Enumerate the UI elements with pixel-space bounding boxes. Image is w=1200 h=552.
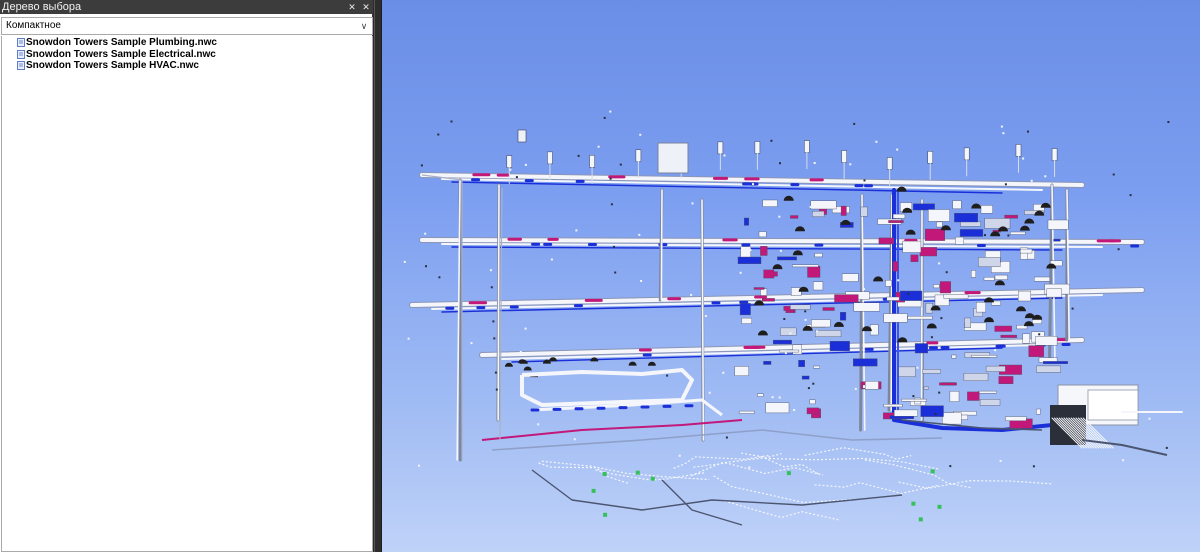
selection-tree[interactable]: Snowdon Towers Sample Plumbing.nwc Snowd… — [1, 36, 373, 552]
panel-splitter[interactable] — [374, 0, 382, 552]
close-icon[interactable]: ✕ — [361, 0, 371, 14]
chevron-down-icon[interactable]: ∨ — [359, 18, 369, 34]
file-icon — [17, 61, 25, 71]
panel-title: Дерево выбора — [2, 1, 82, 13]
pin-icon[interactable]: ✕ — [347, 0, 357, 14]
tree-item-label: Snowdon Towers Sample Electrical.nwc — [26, 48, 216, 60]
tree-item-hvac[interactable]: Snowdon Towers Sample HVAC.nwc — [2, 60, 372, 72]
tree-item-plumbing[interactable]: Snowdon Towers Sample Plumbing.nwc — [2, 37, 372, 49]
selection-tree-panel: Дерево выбора ✕ ✕ Компактное ∨ Snowdon T… — [0, 0, 373, 552]
title-buttons: ✕ ✕ — [347, 0, 371, 14]
view-mode-dropdown[interactable]: Компактное ∨ — [1, 17, 373, 35]
file-icon — [17, 49, 25, 59]
app-root: Дерево выбора ✕ ✕ Компактное ∨ Snowdon T… — [0, 0, 1200, 552]
3d-viewport[interactable] — [382, 0, 1200, 552]
file-icon — [17, 38, 25, 48]
panel-title-bar: Дерево выбора ✕ ✕ — [0, 0, 373, 14]
dropdown-selected-value: Компактное — [6, 20, 61, 31]
tree-item-label: Snowdon Towers Sample Plumbing.nwc — [26, 37, 217, 49]
mep-model-render — [403, 110, 1183, 526]
tree-item-label: Snowdon Towers Sample HVAC.nwc — [26, 60, 199, 72]
tree-item-electrical[interactable]: Snowdon Towers Sample Electrical.nwc — [2, 49, 372, 61]
